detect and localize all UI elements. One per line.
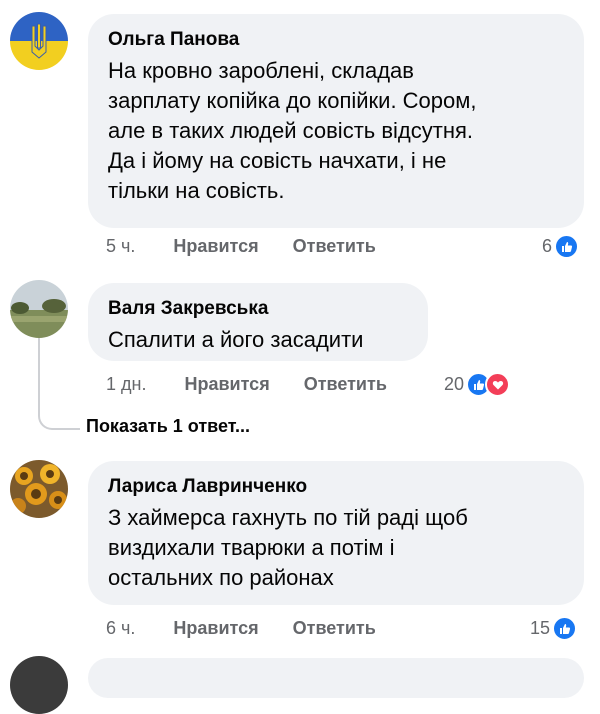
show-replies-link[interactable]: Показать 1 ответ... [86,416,250,437]
comment-bubble: Лариса Лавринченко З хаймерса гахнуть по… [88,461,584,605]
reply-button[interactable]: Ответить [304,374,387,395]
reactions-summary[interactable]: 20 [444,372,511,397]
comment-text: На кровно зароблені, складав зарплату ко… [108,58,477,203]
comment-bubble [88,658,584,698]
comment-bubble: Ольга Панова На кровно зароблені, склада… [88,14,584,228]
avatar[interactable] [10,460,68,518]
comment-author[interactable]: Ольга Панова [108,28,562,52]
comment-actions: 5 ч. Нравится Ответить [106,236,376,257]
comment-bubble: Валя Закревська Спалити а його засадити [88,283,428,361]
comment-time[interactable]: 6 ч. [106,618,135,639]
reaction-count: 20 [444,374,465,394]
reaction-count: 15 [530,618,551,638]
avatar[interactable] [10,280,68,338]
like-button[interactable]: Нравится [173,618,258,639]
love-reaction-icon [485,372,511,397]
like-reaction-icon [554,234,580,259]
comment-actions: 6 ч. Нравится Ответить [106,618,376,639]
comment-author[interactable]: Валя Закревська [108,297,406,321]
comment-text: Спалити а його засадити [108,327,364,352]
comment-actions: 1 дн. Нравится Ответить [106,374,387,395]
reply-thread-line [38,338,80,430]
like-button[interactable]: Нравится [173,236,258,257]
comment-time[interactable]: 1 дн. [106,374,146,395]
avatar[interactable] [10,12,68,70]
landscape-avatar-icon [10,280,68,338]
ukraine-flag-avatar-icon [10,12,68,70]
comment-text: З хаймерса гахнуть по тій раді щоб визди… [108,505,468,590]
avatar[interactable] [10,656,68,714]
like-button[interactable]: Нравится [184,374,269,395]
reaction-count: 6 [542,236,553,256]
sunflowers-avatar-icon [10,460,68,518]
reactions-summary[interactable]: 15 [530,616,578,641]
comment-author[interactable]: Лариса Лавринченко [108,475,562,499]
reply-button[interactable]: Ответить [293,236,376,257]
reactions-summary[interactable]: 6 [542,234,580,259]
comment-time[interactable]: 5 ч. [106,236,135,257]
reply-button[interactable]: Ответить [293,618,376,639]
like-reaction-icon [552,616,578,641]
